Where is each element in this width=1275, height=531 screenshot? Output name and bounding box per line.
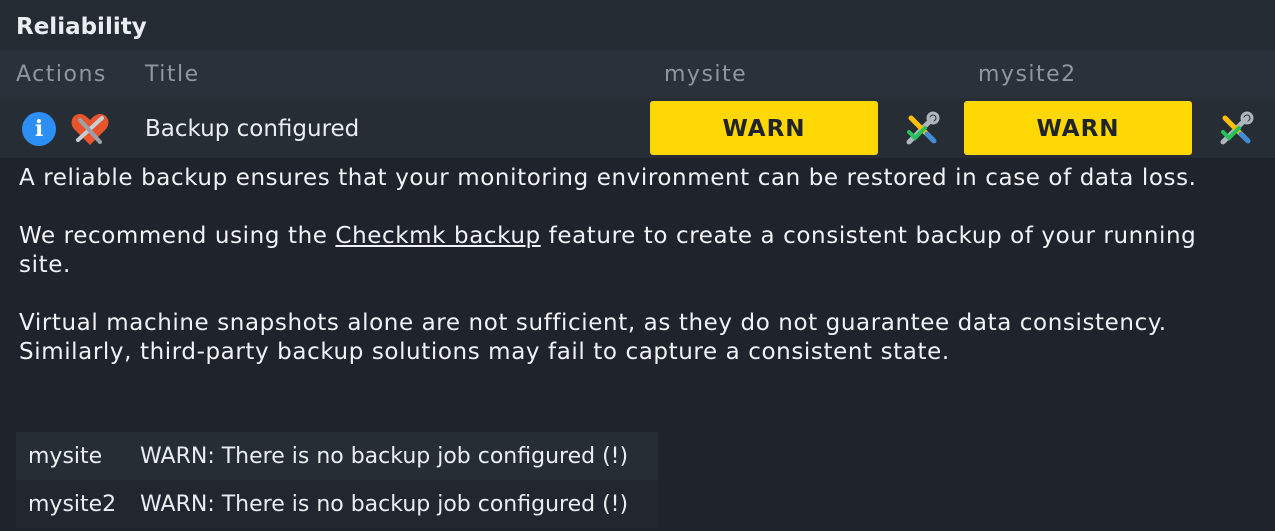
result-site: mysite	[16, 432, 128, 480]
header-mysite: mysite	[664, 62, 748, 87]
mysite-state-button[interactable]: WARN	[650, 101, 878, 155]
row-title: Backup configured	[145, 116, 360, 142]
checkmk-backup-link[interactable]: Checkmk backup	[335, 223, 540, 249]
table-header: Actions Title mysite mysite2	[0, 50, 1275, 98]
description-paragraph: A reliable backup ensures that your moni…	[19, 165, 1197, 191]
wrench-screwdriver-icon[interactable]	[1217, 110, 1255, 148]
result-message: WARN: There is no backup job configured …	[128, 480, 658, 528]
table-row: i Backup configured WARN WARN	[0, 98, 1275, 158]
result-message: WARN: There is no backup job configured …	[128, 432, 658, 480]
table-row: mysite2 WARN: There is no backup job con…	[16, 480, 658, 528]
header-mysite2: mysite2	[978, 62, 1077, 87]
description-paragraph: Similarly, third-party backup solutions …	[19, 339, 950, 365]
rule-heart-icon[interactable]	[70, 110, 110, 148]
description: A reliable backup ensures that your moni…	[19, 164, 1199, 367]
mysite2-state-button[interactable]: WARN	[964, 101, 1192, 155]
header-title: Title	[145, 62, 200, 87]
table-row: mysite WARN: There is no backup job conf…	[16, 432, 658, 480]
description-paragraph: Virtual machine snapshots alone are not …	[19, 310, 1167, 336]
header-actions: Actions	[16, 62, 107, 87]
info-icon[interactable]: i	[22, 112, 56, 146]
section-title: Reliability	[0, 0, 1275, 50]
result-site: mysite2	[16, 480, 128, 528]
results-table: mysite WARN: There is no backup job conf…	[16, 432, 658, 528]
wrench-screwdriver-icon[interactable]	[903, 110, 941, 148]
description-paragraph: We recommend using the Checkmk backup fe…	[19, 223, 1197, 278]
